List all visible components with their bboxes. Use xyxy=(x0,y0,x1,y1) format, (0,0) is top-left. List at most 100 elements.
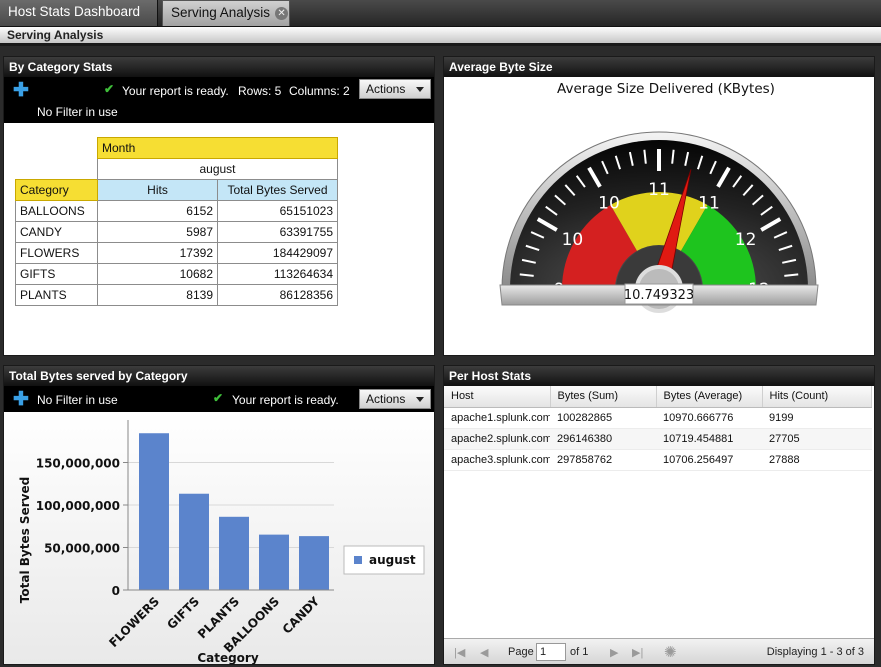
checkmark-icon: ✔ xyxy=(104,82,115,96)
next-page-icon[interactable]: ▶ xyxy=(610,646,618,659)
avg-cell: 10706.256497 xyxy=(656,449,762,471)
category-cell: BALLOONS xyxy=(15,200,98,222)
avg-cell: 10970.666776 xyxy=(656,407,762,429)
actions-button[interactable]: Actions xyxy=(359,389,431,409)
column-header-host[interactable]: Host xyxy=(444,386,551,408)
refresh-icon[interactable]: ✺ xyxy=(664,643,677,661)
bar-plants xyxy=(219,516,249,590)
bytes-cell: 63391755 xyxy=(217,221,338,243)
actions-button[interactable]: Actions xyxy=(359,79,431,99)
panel-per-host-stats: Per Host Stats Host Bytes (Sum) Bytes (A… xyxy=(443,365,875,665)
gauge-title: Average Size Delivered (KBytes) xyxy=(557,81,775,97)
tab-bar: Host Stats Dashboard✕ Serving Analysis ✕ xyxy=(0,0,881,43)
category-cell: PLANTS xyxy=(15,284,98,306)
bytes-cell: 184429097 xyxy=(217,242,338,264)
bytes-cell: 86128356 xyxy=(217,284,338,306)
bar-chart: 0 50,000,000 100,000,000 150,000,000 FLOWER… xyxy=(4,412,434,665)
report-status: Your report is ready. xyxy=(122,84,229,98)
table-row: CANDY 5987 63391755 xyxy=(15,221,338,243)
legend-label: august xyxy=(369,553,416,567)
host-stats-table: Host Bytes (Sum) Bytes (Average) Hits (C… xyxy=(444,386,872,471)
y-tick-label: 150,000,000 xyxy=(36,457,120,471)
view-title: Serving Analysis xyxy=(0,26,881,46)
column-header-hits-count[interactable]: Hits (Count) xyxy=(762,386,872,408)
checkmark-icon: ✔ xyxy=(213,391,224,405)
host-cell: apache1.splunk.com xyxy=(444,407,550,429)
page-number-input[interactable]: 1 xyxy=(536,643,566,661)
panel-title: Per Host Stats xyxy=(444,366,874,386)
gauge-tick-label: 12 xyxy=(735,230,757,250)
legend-swatch xyxy=(354,556,362,564)
pivot-table: Month august Category Hits Total Bytes S… xyxy=(15,137,338,306)
x-axis-label: Category xyxy=(197,651,259,664)
panel-title: Average Byte Size xyxy=(444,57,874,77)
panel-average-byte-size: Average Byte Size Average Size Delivered… xyxy=(443,56,875,356)
tab-label: Host Stats Dashboard xyxy=(8,4,141,19)
panel-category-stats: By Category Stats ✚ ✔ Your report is rea… xyxy=(3,56,435,356)
first-page-icon[interactable]: |◀ xyxy=(454,646,465,659)
columns-count: Columns: 2 xyxy=(289,84,350,98)
filter-status: No Filter in use xyxy=(37,105,118,119)
y-tick-label: 50,000,000 xyxy=(44,542,120,556)
actions-label: Actions xyxy=(366,82,406,96)
last-page-icon[interactable]: ▶| xyxy=(632,646,643,659)
column-header-bytes-average[interactable]: Bytes (Average) xyxy=(656,386,763,408)
sum-cell: 297858762 xyxy=(550,449,656,471)
hits-cell: 17392 xyxy=(97,242,218,264)
hits-cell: 27888 xyxy=(762,449,872,471)
report-toolbar: ✚ ✔ Your report is ready. Rows: 5 Column… xyxy=(4,77,434,123)
panel-total-bytes-chart: Total Bytes served by Category ✚ No Filt… xyxy=(3,365,435,665)
category-header: Category xyxy=(15,179,98,201)
y-axis-label: Total Bytes Served xyxy=(18,477,32,603)
table-row: GIFTS 10682 113264634 xyxy=(15,263,338,285)
table-row: BALLOONS 6152 65151023 xyxy=(15,200,338,222)
plus-icon[interactable]: ✚ xyxy=(13,390,29,409)
panel-title: Total Bytes served by Category xyxy=(4,366,434,386)
table-row: FLOWERS 17392 184429097 xyxy=(15,242,338,264)
month-value: august xyxy=(97,158,338,180)
x-tick-label: FLOWERS xyxy=(106,594,162,650)
hits-cell: 5987 xyxy=(97,221,218,243)
bar-gifts xyxy=(179,493,209,590)
avg-cell: 10719.454881 xyxy=(656,428,762,450)
category-cell: GIFTS xyxy=(15,263,98,285)
gauge-value: 10.749323 xyxy=(624,288,694,303)
previous-page-icon[interactable]: ◀ xyxy=(480,646,488,659)
tab-serving-analysis[interactable]: Serving Analysis ✕ xyxy=(162,0,290,26)
table-row[interactable]: apache2.splunk.com 296146380 10719.454881 2… xyxy=(444,428,872,450)
gauge-tick-label: 11 xyxy=(648,180,670,200)
hits-header: Hits xyxy=(97,179,218,201)
hits-cell: 9199 xyxy=(762,407,872,429)
hits-cell: 8139 xyxy=(97,284,218,306)
x-axis-ticks: FLOWERS GIFTSPLANTSBALLOONSCANDY xyxy=(106,594,322,655)
pagination-bar: |◀ ◀ Page 1 of 1 ▶ ▶| ✺ Displaying 1 - 3… xyxy=(444,638,874,664)
x-tick-label: GIFTS xyxy=(164,594,202,632)
chevron-down-icon xyxy=(416,87,424,92)
table-row[interactable]: apache3.splunk.com 297858762 10706.256497 2… xyxy=(444,449,872,471)
table-row: PLANTS 8139 86128356 xyxy=(15,284,338,306)
column-header-bytes-sum[interactable]: Bytes (Sum) xyxy=(550,386,657,408)
month-header: Month xyxy=(97,137,338,159)
tab-host-stats-dashboard[interactable]: Host Stats Dashboard✕ xyxy=(0,0,158,43)
bytes-cell: 113264634 xyxy=(217,263,338,285)
chart-bars xyxy=(139,433,329,590)
page-total: of 1 xyxy=(570,646,589,658)
rows-count: Rows: 5 xyxy=(238,84,282,98)
page-label: Page xyxy=(508,646,534,658)
x-tick-label: CANDY xyxy=(280,594,323,637)
sum-cell: 100282865 xyxy=(550,407,656,429)
chevron-down-icon xyxy=(416,397,424,402)
bytes-header: Total Bytes Served xyxy=(217,179,338,201)
plus-icon[interactable]: ✚ xyxy=(13,81,29,100)
close-icon[interactable]: ✕ xyxy=(275,7,289,20)
bar-balloons xyxy=(259,534,289,590)
host-cell: apache2.splunk.com xyxy=(444,428,550,450)
gauge-tick-label: 10 xyxy=(562,230,584,250)
report-status: Your report is ready. xyxy=(232,393,339,407)
y-tick-label: 0 xyxy=(112,584,120,598)
gauge-tick-label: 11 xyxy=(698,193,720,213)
report-toolbar: ✚ No Filter in use ✔ Your report is read… xyxy=(4,386,434,412)
gauge: Average Size Delivered (KBytes) 91010111… xyxy=(499,81,819,313)
gauge-tick-label: 10 xyxy=(598,193,620,213)
table-row[interactable]: apache1.splunk.com 100282865 10970.666776 9… xyxy=(444,407,872,429)
